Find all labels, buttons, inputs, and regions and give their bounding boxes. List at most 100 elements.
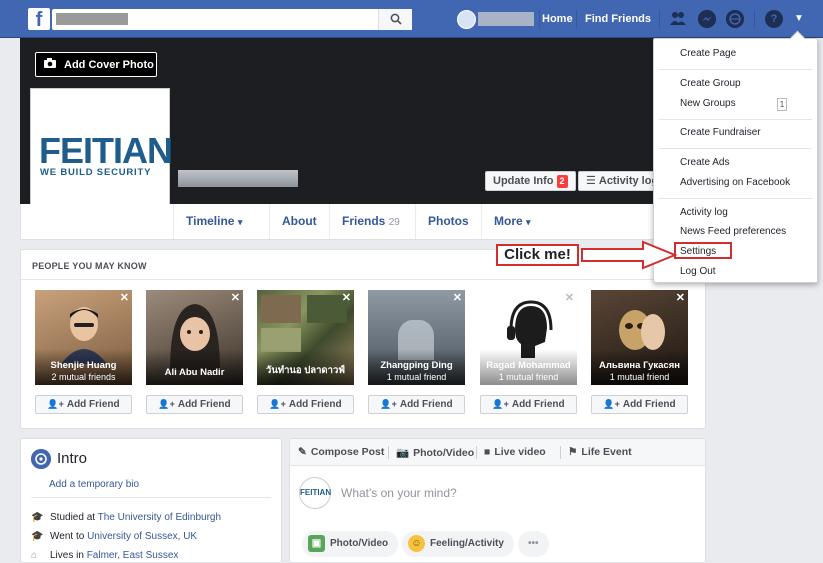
facebook-logo-icon[interactable]: f — [28, 8, 50, 30]
update-info-label: Update Info — [493, 175, 554, 187]
menu-item-advertising-on-facebook[interactable]: Advertising on Facebook — [680, 177, 790, 188]
nav-find-friends-link[interactable]: Find Friends — [585, 13, 651, 25]
activity-log-button[interactable]: ☰ Activity log — [578, 171, 658, 191]
notifications-globe-icon[interactable] — [726, 10, 744, 28]
add-friend-icon: 👤+ — [380, 399, 397, 409]
add-friend-button[interactable]: 👤+ Add Friend — [368, 395, 465, 414]
person-name[interactable]: Shenjie Huang — [35, 360, 132, 371]
tab-friends[interactable]: Friends 29 — [329, 204, 412, 239]
top-navigation-bar: f Home Find Friends ? ▼ — [0, 0, 823, 38]
dismiss-icon[interactable]: ✕ — [120, 291, 129, 304]
redacted-profile-name[interactable] — [478, 12, 534, 26]
pill-label: Feeling/Activity — [430, 538, 504, 549]
mutual-friends[interactable]: 2 mutual friends — [35, 372, 132, 382]
home-icon: ⌂ — [31, 550, 38, 561]
add-friend-button[interactable]: 👤+ Add Friend — [591, 395, 688, 414]
search-button[interactable] — [378, 9, 412, 30]
menu-item-create-page[interactable]: Create Page — [680, 48, 736, 59]
add-friend-button[interactable]: 👤+ Add Friend — [480, 395, 577, 414]
smiley-icon: ☺ — [408, 534, 425, 552]
dismiss-icon[interactable]: ✕ — [676, 291, 685, 304]
friends-count: 29 — [388, 217, 400, 228]
tab-timeline[interactable]: Timeline ▾ — [173, 204, 254, 239]
menu-divider — [659, 198, 812, 199]
dismiss-icon[interactable]: ✕ — [453, 291, 462, 304]
person-name[interactable]: Zhangping Ding — [368, 360, 465, 371]
dismiss-icon[interactable]: ✕ — [231, 291, 240, 304]
help-icon[interactable]: ? — [765, 10, 783, 28]
life-event-tab[interactable]: ⚑ Life Event — [568, 446, 632, 458]
graduation-cap-icon: 🎓 — [31, 512, 44, 523]
intro-row-link[interactable]: The University of Edinburgh — [98, 512, 221, 523]
person-card[interactable]: ✕ วันทำนอ ปลาดาวฟ์ — [257, 290, 354, 385]
nav-divider — [539, 10, 540, 28]
menu-item-create-fundraiser[interactable]: Create Fundraiser — [680, 127, 761, 138]
add-cover-photo-button[interactable]: Add Cover Photo — [35, 52, 157, 77]
add-friend-button[interactable]: 👤+ Add Friend — [257, 395, 354, 414]
person-card[interactable]: ✕ Ali Abu Nadir — [146, 290, 243, 385]
account-dropdown-menu: Create Page Create Group New Groups 1 Cr… — [653, 38, 818, 283]
flag-icon: ⚑ — [568, 446, 578, 458]
mutual-friends[interactable]: 1 mutual friend — [591, 372, 688, 382]
menu-item-create-group[interactable]: Create Group — [680, 78, 741, 89]
tab-more[interactable]: More ▾ — [481, 204, 543, 239]
person-card[interactable]: ✕ Shenjie Huang 2 mutual friends — [35, 290, 132, 385]
person-card[interactable]: ✕ Zhangping Ding 1 mutual friend — [368, 290, 465, 385]
messenger-icon[interactable] — [698, 10, 716, 28]
friend-requests-icon[interactable] — [669, 10, 687, 28]
compose-post-tab[interactable]: ✎ Compose Post — [298, 446, 384, 458]
search-input[interactable] — [52, 9, 412, 30]
menu-divider — [659, 148, 812, 149]
person-card[interactable]: ✕ Альвина Гукасян 1 mutual friend — [591, 290, 688, 385]
tab-label: Friends — [342, 214, 386, 228]
mutual-friends[interactable]: 1 mutual friend — [480, 372, 577, 382]
profile-tabs: Timeline ▾ About Friends 29 Photos More … — [20, 204, 706, 240]
live-video-tab[interactable]: ■ Live video — [484, 446, 546, 458]
intro-row-link[interactable]: Falmer, East Sussex — [87, 550, 179, 561]
intro-row-link[interactable]: University of Sussex, UK — [87, 531, 197, 542]
pill-label: Photo/Video — [330, 538, 389, 549]
mutual-friends[interactable]: 1 mutual friend — [368, 372, 465, 382]
video-camera-icon: ■ — [484, 446, 491, 458]
tab-about[interactable]: About — [269, 204, 329, 239]
person-name[interactable]: Альвина Гукасян — [591, 360, 688, 371]
divider — [560, 446, 561, 459]
profile-avatar[interactable] — [457, 10, 476, 29]
nav-home-link[interactable]: Home — [542, 13, 573, 25]
add-friend-icon: 👤+ — [492, 399, 509, 409]
add-friend-icon: 👤+ — [47, 399, 64, 409]
account-menu-chevron-down-icon[interactable]: ▼ — [790, 10, 808, 28]
dismiss-icon[interactable]: ✕ — [342, 291, 351, 304]
pencil-icon: ✎ — [298, 446, 307, 458]
people-you-may-know-panel: PEOPLE YOU MAY KNOW ✕ Shenjie Huang 2 mu… — [20, 249, 706, 429]
photo-video-tab[interactable]: 📷 Photo/Video — [396, 446, 474, 459]
add-friend-label: Add Friend — [66, 399, 120, 410]
person-card[interactable]: ✕ Ragad Mohammad 1 mutual friend — [480, 290, 577, 385]
tab-label: Live video — [494, 446, 546, 458]
menu-item-new-groups[interactable]: New Groups — [680, 98, 736, 109]
feeling-activity-button[interactable]: ☺ Feeling/Activity — [402, 531, 514, 557]
photo-icon: ▣ — [308, 534, 325, 552]
photo-video-button[interactable]: ▣ Photo/Video — [302, 531, 399, 557]
nav-divider — [576, 10, 577, 28]
person-name[interactable]: วันทำนอ ปลาดาวฟ์ — [257, 363, 354, 378]
dismiss-icon[interactable]: ✕ — [565, 291, 574, 304]
click-me-callout: Click me! — [496, 244, 579, 266]
more-options-button[interactable]: ••• — [518, 531, 549, 557]
composer-input[interactable]: What's on your mind? — [341, 486, 457, 500]
add-bio-link[interactable]: Add a temporary bio — [49, 479, 139, 490]
menu-item-activity-log[interactable]: Activity log — [680, 207, 728, 218]
intro-education-row: 🎓 Went to University of Sussex, UK — [31, 531, 197, 542]
menu-item-create-ads[interactable]: Create Ads — [680, 157, 729, 168]
add-friend-button[interactable]: 👤+ Add Friend — [35, 395, 132, 414]
update-info-button[interactable]: Update Info 2 — [485, 171, 576, 191]
add-friend-button[interactable]: 👤+ Add Friend — [146, 395, 243, 414]
menu-divider — [659, 119, 812, 120]
person-name[interactable]: Ragad Mohammad — [480, 360, 577, 371]
tab-photos[interactable]: Photos — [415, 204, 481, 239]
menu-item-news-feed-preferences[interactable]: News Feed preferences — [680, 226, 786, 237]
person-name[interactable]: Ali Abu Nadir — [146, 367, 243, 378]
add-friend-label: Add Friend — [511, 399, 565, 410]
menu-item-log-out[interactable]: Log Out — [680, 266, 716, 277]
new-groups-count: 1 — [777, 98, 787, 111]
